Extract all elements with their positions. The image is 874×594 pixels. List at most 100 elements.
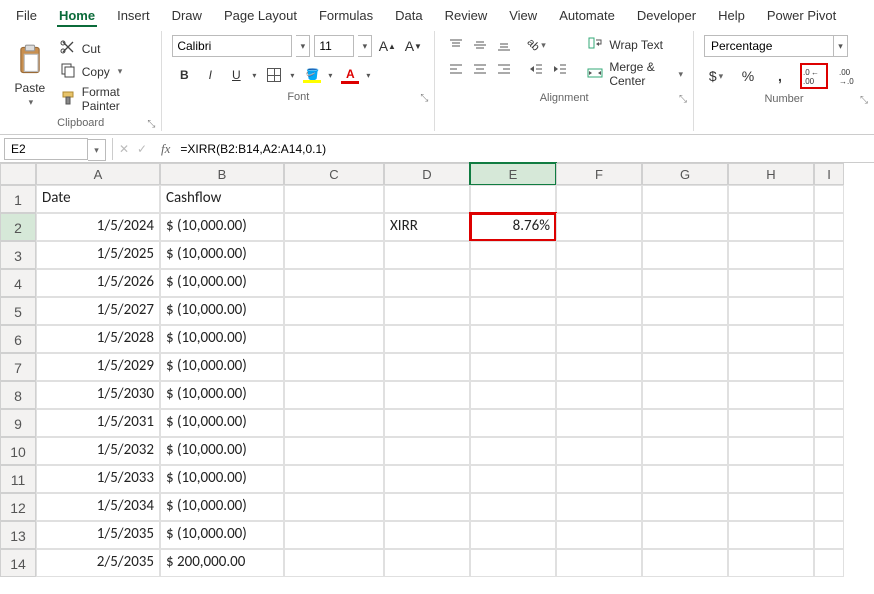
cell[interactable] xyxy=(556,465,642,493)
cell[interactable] xyxy=(556,437,642,465)
cell[interactable] xyxy=(814,325,844,353)
cell[interactable] xyxy=(728,381,814,409)
number-format-dropdown[interactable]: ▾ xyxy=(834,35,848,57)
align-top-button[interactable] xyxy=(445,35,467,55)
cell[interactable] xyxy=(284,437,384,465)
cell[interactable] xyxy=(642,325,728,353)
cell[interactable] xyxy=(814,297,844,325)
col-header-d[interactable]: D xyxy=(384,163,470,185)
cell[interactable]: $ (10,000.00) xyxy=(160,493,284,521)
cell[interactable] xyxy=(384,297,470,325)
dialog-launcher-icon[interactable]: ⤡ xyxy=(860,95,868,106)
underline-button[interactable]: U▾ xyxy=(224,63,248,87)
merge-center-button[interactable]: Merge & Center ▾ xyxy=(587,60,683,88)
cell[interactable] xyxy=(284,409,384,437)
font-size-input[interactable] xyxy=(314,35,354,57)
cell[interactable] xyxy=(384,185,470,213)
cell[interactable]: 1/5/2030 xyxy=(36,381,160,409)
col-header-a[interactable]: A xyxy=(36,163,160,185)
cell[interactable] xyxy=(384,521,470,549)
cell-selected[interactable]: 8.76% xyxy=(470,213,556,241)
increase-decimal-button[interactable]: .0←.00 xyxy=(800,63,828,89)
cell[interactable] xyxy=(642,269,728,297)
row-header[interactable]: 8 xyxy=(0,381,36,409)
cell[interactable] xyxy=(384,269,470,297)
row-header[interactable]: 12 xyxy=(0,493,36,521)
cell[interactable]: Cashflow xyxy=(160,185,284,213)
cell[interactable] xyxy=(728,549,814,577)
italic-button[interactable]: I xyxy=(198,63,222,87)
row-header[interactable]: 5 xyxy=(0,297,36,325)
cell[interactable] xyxy=(384,437,470,465)
cell[interactable]: $ 200,000.00 xyxy=(160,549,284,577)
cell[interactable] xyxy=(642,381,728,409)
cell[interactable] xyxy=(728,325,814,353)
cell[interactable] xyxy=(642,409,728,437)
row-header[interactable]: 7 xyxy=(0,353,36,381)
cell[interactable] xyxy=(814,213,844,241)
cell[interactable] xyxy=(284,241,384,269)
font-name-input[interactable] xyxy=(172,35,292,57)
cell[interactable] xyxy=(728,437,814,465)
row-header[interactable]: 4 xyxy=(0,269,36,297)
cell[interactable] xyxy=(728,521,814,549)
cell[interactable] xyxy=(470,437,556,465)
cell[interactable] xyxy=(814,353,844,381)
cell[interactable] xyxy=(284,465,384,493)
menu-file[interactable]: File xyxy=(14,6,39,27)
font-name-dropdown[interactable]: ▾ xyxy=(296,35,310,57)
cell[interactable] xyxy=(556,325,642,353)
decrease-font-button[interactable]: A▼ xyxy=(402,35,424,57)
cut-button[interactable]: Cut xyxy=(60,39,152,58)
cell[interactable]: 1/5/2028 xyxy=(36,325,160,353)
dialog-launcher-icon[interactable]: ⤡ xyxy=(420,93,428,104)
align-center-button[interactable] xyxy=(469,59,491,79)
accounting-format-button[interactable]: $▾ xyxy=(704,65,728,87)
cell[interactable]: XIRR xyxy=(384,213,470,241)
align-right-button[interactable] xyxy=(493,59,515,79)
cell[interactable] xyxy=(470,185,556,213)
align-bottom-button[interactable] xyxy=(493,35,515,55)
cell[interactable] xyxy=(470,381,556,409)
cell[interactable] xyxy=(728,269,814,297)
cell[interactable] xyxy=(470,409,556,437)
menu-power-pivot[interactable]: Power Pivot xyxy=(765,6,838,27)
cell[interactable] xyxy=(642,465,728,493)
name-box-dropdown[interactable]: ▾ xyxy=(88,139,106,161)
bold-button[interactable]: B xyxy=(172,63,196,87)
cell[interactable] xyxy=(814,521,844,549)
menu-draw[interactable]: Draw xyxy=(170,6,204,27)
cell[interactable] xyxy=(384,493,470,521)
col-header-c[interactable]: C xyxy=(284,163,384,185)
menu-insert[interactable]: Insert xyxy=(115,6,152,27)
orientation-button[interactable]: ab▾ xyxy=(525,35,547,55)
cell[interactable] xyxy=(470,549,556,577)
col-header-e[interactable]: E xyxy=(470,163,556,185)
cell[interactable]: 1/5/2031 xyxy=(36,409,160,437)
cell[interactable]: $ (10,000.00) xyxy=(160,409,284,437)
cell[interactable] xyxy=(384,549,470,577)
decrease-decimal-button[interactable]: .00→.0 xyxy=(836,63,864,89)
cell[interactable]: $ (10,000.00) xyxy=(160,521,284,549)
cell[interactable]: 1/5/2033 xyxy=(36,465,160,493)
cell[interactable] xyxy=(814,493,844,521)
cell[interactable] xyxy=(556,409,642,437)
cancel-formula-button[interactable]: ✕ xyxy=(119,142,137,156)
cell[interactable]: 1/5/2026 xyxy=(36,269,160,297)
cell[interactable] xyxy=(470,353,556,381)
row-header[interactable]: 10 xyxy=(0,437,36,465)
cell[interactable] xyxy=(728,409,814,437)
cell[interactable]: $ (10,000.00) xyxy=(160,465,284,493)
cell[interactable]: 1/5/2029 xyxy=(36,353,160,381)
menu-home[interactable]: Home xyxy=(57,6,97,27)
cell[interactable] xyxy=(470,269,556,297)
cell[interactable]: 1/5/2027 xyxy=(36,297,160,325)
cell[interactable] xyxy=(384,241,470,269)
cell[interactable] xyxy=(556,353,642,381)
cell[interactable] xyxy=(556,185,642,213)
cell[interactable] xyxy=(284,493,384,521)
cell[interactable] xyxy=(642,297,728,325)
cell[interactable]: 1/5/2024 xyxy=(36,213,160,241)
percent-format-button[interactable]: % xyxy=(736,65,760,87)
font-color-button[interactable]: A▾ xyxy=(338,63,362,87)
